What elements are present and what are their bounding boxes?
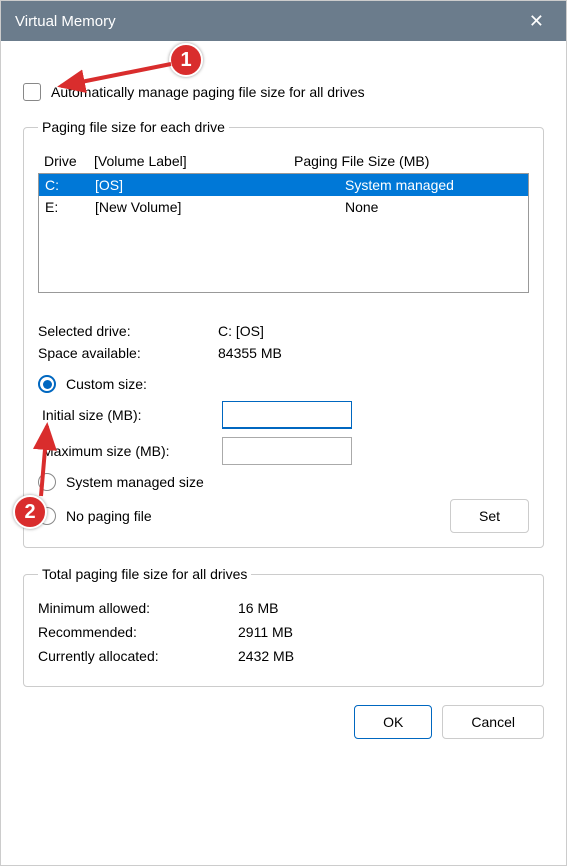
titlebar: Virtual Memory ✕ xyxy=(1,1,566,41)
drive-table-header: Drive [Volume Label] Paging File Size (M… xyxy=(38,149,529,173)
totals-legend: Total paging file size for all drives xyxy=(38,566,251,582)
selected-drive-value: C: [OS] xyxy=(218,323,264,339)
drive-letter: C: xyxy=(45,177,95,193)
window-title: Virtual Memory xyxy=(15,13,116,30)
close-icon[interactable]: ✕ xyxy=(521,7,552,36)
drive-volume: [OS] xyxy=(95,177,345,193)
drive-size: None xyxy=(345,199,522,215)
drive-size: System managed xyxy=(345,177,522,193)
drive-row-c[interactable]: C: [OS] System managed xyxy=(39,174,528,196)
min-allowed-value: 16 MB xyxy=(238,600,278,616)
drive-row-e[interactable]: E: [New Volume] None xyxy=(39,196,528,218)
set-button[interactable]: Set xyxy=(450,499,529,533)
currently-allocated-value: 2432 MB xyxy=(238,648,294,664)
ok-button[interactable]: OK xyxy=(354,705,432,739)
recommended-value: 2911 MB xyxy=(238,624,293,640)
totals-group: Total paging file size for all drives Mi… xyxy=(23,566,544,687)
maximum-size-label: Maximum size (MB): xyxy=(42,443,222,459)
annotation-callout-2: 2 xyxy=(13,495,47,529)
header-drive: Drive xyxy=(44,153,94,169)
drive-letter: E: xyxy=(45,199,95,215)
space-available-value: 84355 MB xyxy=(218,345,282,361)
annotation-callout-1: 1 xyxy=(169,43,203,77)
drive-volume: [New Volume] xyxy=(95,199,345,215)
cancel-button[interactable]: Cancel xyxy=(442,705,544,739)
selected-drive-label: Selected drive: xyxy=(38,323,218,339)
radio-none-label: No paging file xyxy=(66,508,152,524)
header-volume: [Volume Label] xyxy=(94,153,294,169)
radio-system-label: System managed size xyxy=(66,474,204,490)
auto-manage-label: Automatically manage paging file size fo… xyxy=(51,84,365,100)
recommended-label: Recommended: xyxy=(38,624,238,640)
radio-custom-size[interactable] xyxy=(38,375,56,393)
currently-allocated-label: Currently allocated: xyxy=(38,648,238,664)
initial-size-label: Initial size (MB): xyxy=(42,407,222,423)
radio-custom-label: Custom size: xyxy=(66,376,147,392)
radio-system-managed[interactable] xyxy=(38,473,56,491)
space-available-label: Space available: xyxy=(38,345,218,361)
drives-legend: Paging file size for each drive xyxy=(38,119,229,135)
initial-size-input[interactable] xyxy=(222,401,352,429)
auto-manage-checkbox[interactable] xyxy=(23,83,41,101)
drives-group: Paging file size for each drive Drive [V… xyxy=(23,119,544,548)
maximum-size-input[interactable] xyxy=(222,437,352,465)
min-allowed-label: Minimum allowed: xyxy=(38,600,238,616)
header-size: Paging File Size (MB) xyxy=(294,153,523,169)
drive-list[interactable]: C: [OS] System managed E: [New Volume] N… xyxy=(38,173,529,293)
